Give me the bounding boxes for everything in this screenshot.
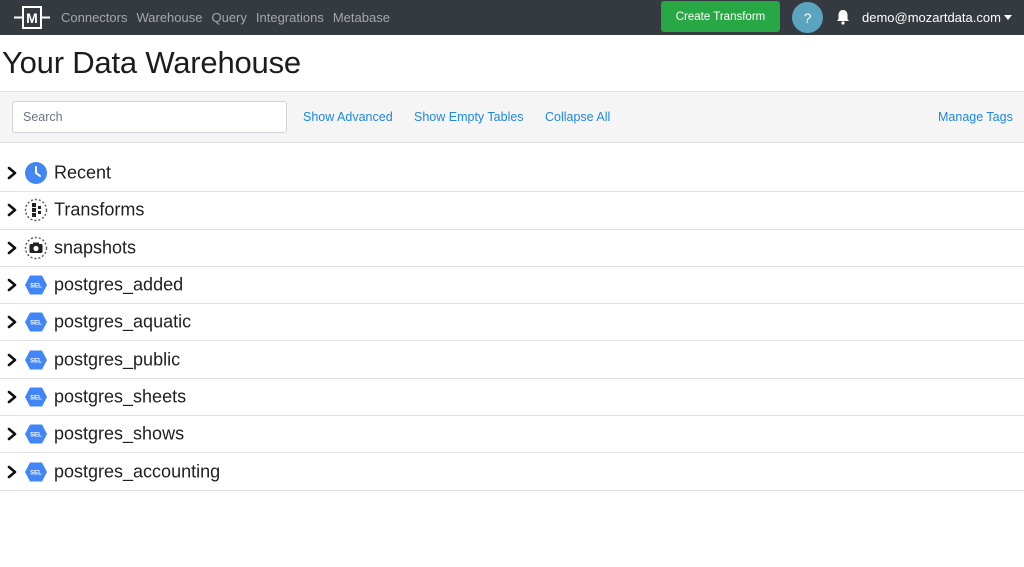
chevron-right-icon[interactable] <box>6 390 18 404</box>
clock-icon <box>25 162 47 185</box>
show-empty-tables-link[interactable]: Show Empty Tables <box>414 110 524 124</box>
chevron-right-icon[interactable] <box>6 315 18 329</box>
chevron-right-icon[interactable] <box>6 427 18 441</box>
sel-schema-icon: SEL <box>25 424 47 444</box>
svg-text:SEL: SEL <box>30 470 42 476</box>
svg-text:SEL: SEL <box>30 283 42 289</box>
chevron-right-icon[interactable] <box>6 241 18 255</box>
sel-schema-icon: SEL <box>25 312 47 332</box>
sel-schema-icon: SEL <box>25 275 47 295</box>
collapse-all-link[interactable]: Collapse All <box>545 110 610 124</box>
nav-link-connectors[interactable]: Connectors <box>61 10 127 25</box>
tree-row-label: postgres_added <box>54 274 184 295</box>
tree-row-label: postgres_aquatic <box>54 311 192 332</box>
svg-text:SEL: SEL <box>30 321 42 327</box>
chevron-right-icon[interactable] <box>6 353 18 367</box>
tree-row-label: snapshots <box>54 237 137 258</box>
show-advanced-link[interactable]: Show Advanced <box>303 110 393 124</box>
nav-link-warehouse[interactable]: Warehouse <box>136 10 202 25</box>
tree-row-transforms[interactable]: Transforms <box>0 192 1024 230</box>
top-navbar: M Connectors Warehouse Query Integration… <box>0 0 1024 35</box>
sel-schema-icon: SEL <box>25 350 47 370</box>
tree-row-postgres-accounting[interactable]: SEL postgres_accounting <box>0 453 1024 491</box>
sel-schema-icon: SEL <box>25 462 47 482</box>
nav-link-integrations[interactable]: Integrations <box>256 10 324 25</box>
tree-row-postgres-public[interactable]: SEL postgres_public <box>0 341 1024 379</box>
svg-text:SEL: SEL <box>30 395 42 401</box>
tree-row-postgres-sheets[interactable]: SEL postgres_sheets <box>0 379 1024 417</box>
page-title: Your Data Warehouse <box>2 45 301 80</box>
svg-text:SEL: SEL <box>30 358 42 364</box>
main-nav: Connectors Warehouse Query Integrations … <box>61 0 399 35</box>
tree-row-postgres-aquatic[interactable]: SEL postgres_aquatic <box>0 304 1024 342</box>
chevron-right-icon[interactable] <box>6 203 18 217</box>
chevron-right-icon[interactable] <box>6 278 18 292</box>
tree-row-label: postgres_shows <box>54 423 185 444</box>
help-button[interactable]: ? <box>792 2 823 33</box>
nav-link-query[interactable]: Query <box>211 10 246 25</box>
svg-text:M: M <box>26 10 38 26</box>
tree-row-postgres-added[interactable]: SEL postgres_added <box>0 267 1024 305</box>
search-input[interactable] <box>12 101 287 133</box>
user-email: demo@mozartdata.com <box>862 10 1001 25</box>
mozart-logo-icon[interactable]: M <box>14 5 50 30</box>
svg-text:SEL: SEL <box>30 433 42 439</box>
chevron-right-icon[interactable] <box>6 166 18 180</box>
warehouse-toolbar: Show Advanced Show Empty Tables Collapse… <box>0 91 1024 143</box>
manage-tags-link[interactable]: Manage Tags <box>938 110 1013 124</box>
tree-row-label: Transforms <box>54 199 145 220</box>
tree-row-label: postgres_sheets <box>54 386 187 407</box>
chevron-down-icon <box>1003 15 1012 20</box>
tree-row-label: postgres_accounting <box>54 461 221 482</box>
tree-row-label: Recent <box>54 162 112 183</box>
tree-row-snapshots[interactable]: snapshots <box>0 230 1024 267</box>
tree-row-label: postgres_public <box>54 349 181 370</box>
bell-icon[interactable] <box>836 9 850 25</box>
create-transform-button[interactable]: Create Transform <box>661 1 780 32</box>
nav-link-metabase[interactable]: Metabase <box>333 10 390 25</box>
camera-icon <box>24 236 48 259</box>
sel-schema-icon: SEL <box>25 387 47 407</box>
tree-row-postgres-shows[interactable]: SEL postgres_shows <box>0 416 1024 454</box>
user-menu[interactable]: demo@mozartdata.com <box>862 0 1012 35</box>
transform-icon <box>24 199 48 222</box>
tree-row-recent[interactable]: Recent <box>0 155 1024 193</box>
schema-tree: Recent Transforms snapshots SEL postgres… <box>0 155 1024 491</box>
chevron-right-icon[interactable] <box>6 465 18 479</box>
